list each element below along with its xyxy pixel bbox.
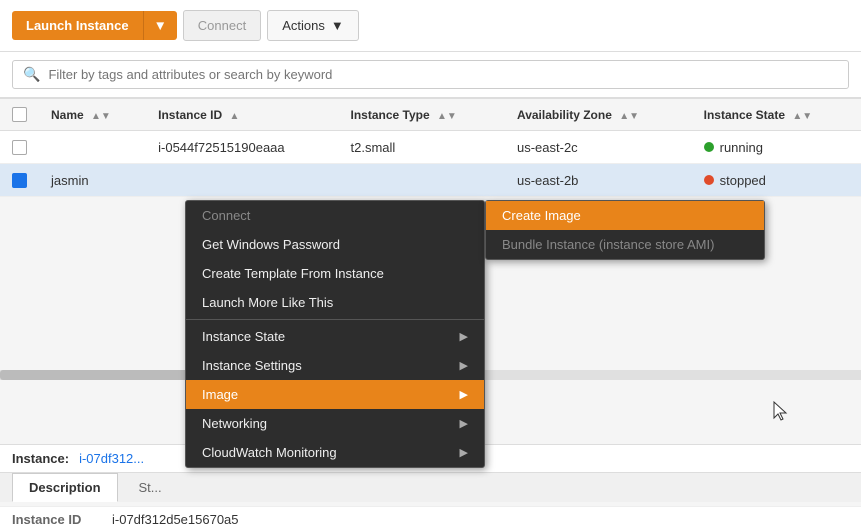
instances-table: Name ▲▼ Instance ID ▲ Instance Type ▲▼ A…	[0, 98, 861, 197]
image-submenu: Create Image Bundle Instance (instance s…	[485, 200, 765, 260]
cursor	[770, 400, 790, 424]
submenu-arrow-icon: ▶	[460, 446, 468, 459]
submenu-arrow-icon: ▶	[460, 388, 468, 401]
scroll-thumb[interactable]	[0, 370, 200, 380]
search-wrapper[interactable]: 🔍	[12, 60, 849, 89]
context-menu-instance-state[interactable]: Instance State ▶	[186, 322, 484, 351]
instance-id-value[interactable]: i-07df312...	[79, 451, 144, 466]
launch-more-label: Launch More Like This	[202, 295, 333, 310]
instance-settings-label: Instance Settings	[202, 358, 302, 373]
submenu-create-image[interactable]: Create Image	[486, 201, 764, 230]
actions-dropdown-icon: ▼	[331, 18, 344, 33]
context-menu: Connect Get Windows Password Create Temp…	[185, 200, 485, 468]
detail-value: i-07df312d5e15670a5	[112, 512, 239, 527]
cell-instance-type: t2.small	[338, 131, 505, 164]
instances-table-container: Name ▲▼ Instance ID ▲ Instance Type ▲▼ A…	[0, 98, 861, 197]
table-row[interactable]: jasmin us-east-2b stopped	[0, 164, 861, 197]
submenu-arrow-icon: ▶	[460, 417, 468, 430]
networking-label: Networking	[202, 416, 267, 431]
col-header-availability-zone: Availability Zone ▲▼	[505, 99, 692, 131]
launch-instance-dropdown-arrow[interactable]: ▼	[143, 11, 177, 40]
separator	[186, 319, 484, 320]
context-menu-create-template[interactable]: Create Template From Instance	[186, 259, 484, 288]
submenu-bundle-instance: Bundle Instance (instance store AMI)	[486, 230, 764, 259]
col-header-instance-type: Instance Type ▲▼	[338, 99, 505, 131]
cell-instance-id: i-0544f72515190eaaa	[146, 131, 338, 164]
col-header-instance-state: Instance State ▲▼	[692, 99, 861, 131]
actions-button[interactable]: Actions ▼	[267, 10, 359, 41]
context-menu-image[interactable]: Image ▶	[186, 380, 484, 409]
image-label: Image	[202, 387, 238, 402]
col-header-name: Name ▲▼	[39, 99, 146, 131]
toolbar: Launch Instance ▼ Connect Actions ▼	[0, 0, 861, 52]
tab-description[interactable]: Description	[12, 473, 118, 502]
tabs-bar: Description St...	[0, 472, 861, 502]
cell-state: stopped	[692, 164, 861, 197]
instance-state-label: Instance State	[202, 329, 285, 344]
cell-name: jasmin	[39, 164, 146, 197]
cell-instance-id	[146, 164, 338, 197]
connect-button: Connect	[183, 10, 261, 41]
table-row[interactable]: i-0544f72515190eaaa t2.small us-east-2c …	[0, 131, 861, 164]
row-checkbox[interactable]	[12, 173, 27, 188]
launch-instance-button[interactable]: Launch Instance	[12, 11, 143, 40]
detail-row: Instance ID i-07df312d5e15670a5	[0, 506, 861, 532]
state-dot	[704, 142, 714, 152]
search-input[interactable]	[48, 67, 838, 82]
cell-az: us-east-2c	[505, 131, 692, 164]
instance-id-display: i-07df312	[79, 451, 133, 466]
submenu-arrow-icon: ▶	[460, 330, 468, 343]
context-menu-cloudwatch[interactable]: CloudWatch Monitoring ▶	[186, 438, 484, 467]
search-bar: 🔍	[0, 52, 861, 98]
connect-label: Connect	[202, 208, 250, 223]
select-all-checkbox[interactable]	[12, 107, 27, 122]
actions-label: Actions	[282, 18, 325, 33]
tab-status[interactable]: St...	[122, 473, 179, 502]
create-image-label: Create Image	[502, 208, 581, 223]
row-checkbox[interactable]	[12, 140, 27, 155]
search-icon: 🔍	[23, 66, 40, 83]
col-header-instance-id: Instance ID ▲	[146, 99, 338, 131]
context-menu-instance-settings[interactable]: Instance Settings ▶	[186, 351, 484, 380]
bundle-instance-label: Bundle Instance (instance store AMI)	[502, 237, 714, 252]
launch-instance-group: Launch Instance ▼	[12, 11, 177, 40]
create-template-label: Create Template From Instance	[202, 266, 384, 281]
context-menu-launch-more[interactable]: Launch More Like This	[186, 288, 484, 317]
context-menu-get-windows-password[interactable]: Get Windows Password	[186, 230, 484, 259]
get-windows-password-label: Get Windows Password	[202, 237, 340, 252]
context-menu-networking[interactable]: Networking ▶	[186, 409, 484, 438]
instance-prefix: Instance:	[12, 451, 69, 466]
cell-instance-type	[338, 164, 505, 197]
submenu-arrow-icon: ▶	[460, 359, 468, 372]
detail-label: Instance ID	[12, 512, 92, 527]
cell-name	[39, 131, 146, 164]
context-menu-connect: Connect	[186, 201, 484, 230]
cell-az: us-east-2b	[505, 164, 692, 197]
cell-state: running	[692, 131, 861, 164]
cloudwatch-label: CloudWatch Monitoring	[202, 445, 337, 460]
select-all-header[interactable]	[0, 99, 39, 131]
state-dot	[704, 175, 714, 185]
